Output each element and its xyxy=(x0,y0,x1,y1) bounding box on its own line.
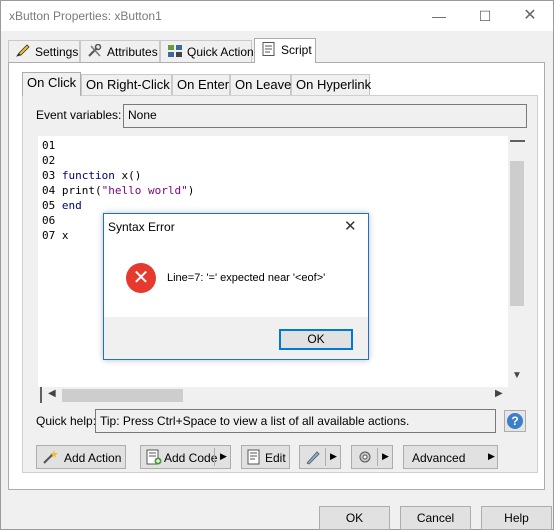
dialog-title-bar: Syntax Error ✕ xyxy=(104,214,368,239)
ok-button[interactable]: OK xyxy=(319,506,390,530)
dialog-ok-button[interactable]: OK xyxy=(279,329,353,350)
help-button[interactable]: Help xyxy=(481,506,552,530)
syntax-error-dialog: Syntax Error ✕ ✕ Line=7: '=' expected ne… xyxy=(103,213,369,360)
tools-icon xyxy=(88,44,102,57)
dialog-close-button[interactable]: ✕ xyxy=(344,217,357,235)
code-line: 05 end xyxy=(42,198,194,213)
scroll-left-arrow-icon[interactable]: ◀ xyxy=(48,388,56,399)
event-variables-label: Event variables: xyxy=(36,108,122,122)
add-code-label: Add Code xyxy=(164,451,218,465)
scroll-split-handle[interactable] xyxy=(510,140,525,142)
line-number: 01 xyxy=(42,139,56,152)
dialog-footer: OK xyxy=(104,317,368,359)
advanced-button[interactable]: Advanced ▶ xyxy=(403,445,498,469)
error-icon: ✕ xyxy=(126,263,156,293)
dropdown-arrow-icon[interactable]: ▶ xyxy=(330,451,337,462)
split-separator xyxy=(214,448,215,466)
tab-on-click[interactable]: On Click xyxy=(22,72,81,96)
code-line: 02 xyxy=(42,153,194,168)
title-bar: xButton Properties: xButton1 — ☐ ✕ xyxy=(1,1,553,31)
tab-on-leave[interactable]: On Leave xyxy=(230,74,291,95)
pen-icon xyxy=(306,451,320,465)
functions-button[interactable]: ▶ xyxy=(299,445,341,469)
error-message: Line=7: '=' expected near '<eof>' xyxy=(167,272,326,284)
quick-help-label: Quick help: xyxy=(36,414,97,428)
add-action-label: Add Action xyxy=(64,451,122,465)
line-number: 07 xyxy=(42,229,56,242)
scroll-down-arrow-icon[interactable]: ▼ xyxy=(512,370,522,381)
line-number: 06 xyxy=(42,214,56,227)
gear-icon xyxy=(359,451,371,463)
line-number: 04 xyxy=(42,184,56,197)
code-line: 03 function x() xyxy=(42,168,194,183)
tab-on-hyperlink[interactable]: On Hyperlink xyxy=(291,74,371,95)
advanced-label: Advanced xyxy=(412,451,466,465)
dialog-body: ✕ Line=7: '=' expected near '<eof>' xyxy=(104,239,368,317)
scroll-right-arrow-icon[interactable]: ▶ xyxy=(495,388,503,399)
quick-action-icon xyxy=(168,45,182,57)
help-icon: ? xyxy=(507,413,523,429)
edit-icon xyxy=(247,449,260,465)
tab-quick-action[interactable]: Quick Action xyxy=(160,40,254,62)
tab-settings[interactable]: Settings xyxy=(8,40,80,62)
dialog-title: Syntax Error xyxy=(108,220,175,234)
code-line: 04 print("hello world") xyxy=(42,183,194,198)
wand-icon xyxy=(43,450,58,464)
window-title: xButton Properties: xButton1 xyxy=(9,9,162,23)
code-keyword: function xyxy=(61,169,115,182)
vertical-scroll-thumb[interactable] xyxy=(510,161,524,306)
maximize-button[interactable]: ☐ xyxy=(462,1,508,31)
line-number: 02 xyxy=(42,154,56,167)
tab-on-enter[interactable]: On Enter xyxy=(172,74,230,95)
event-variables-field: None xyxy=(123,104,527,128)
add-code-icon xyxy=(146,449,162,465)
tab-attributes-label: Attributes xyxy=(107,45,158,59)
minimize-button[interactable]: — xyxy=(416,1,462,31)
tools-button[interactable]: ▶ xyxy=(351,445,393,469)
vertical-scrollbar[interactable]: ▼ xyxy=(508,136,527,388)
dropdown-arrow-icon[interactable]: ▶ xyxy=(488,451,495,462)
tab-on-right-click[interactable]: On Right-Click xyxy=(81,74,172,95)
add-code-button[interactable]: Add Code ▶ xyxy=(140,445,231,469)
tab-attributes[interactable]: Attributes xyxy=(80,40,160,62)
add-action-button[interactable]: Add Action xyxy=(36,445,126,469)
split-separator xyxy=(377,448,378,466)
scroll-split-handle[interactable] xyxy=(40,387,42,403)
split-separator xyxy=(325,448,326,466)
close-button[interactable]: ✕ xyxy=(507,1,553,31)
code-text: x() xyxy=(114,169,142,182)
script-icon xyxy=(262,42,275,56)
tab-quick-action-label: Quick Action xyxy=(187,45,254,59)
code-keyword: end xyxy=(61,199,82,212)
horizontal-scrollbar[interactable]: ◀ ▶ xyxy=(38,387,508,404)
code-line: 01 xyxy=(42,138,194,153)
cancel-button[interactable]: Cancel xyxy=(400,506,471,530)
tab-script-label: Script xyxy=(281,43,312,57)
code-text: x xyxy=(55,229,69,242)
dropdown-arrow-icon[interactable]: ▶ xyxy=(382,451,389,462)
dropdown-arrow-icon[interactable]: ▶ xyxy=(220,451,227,462)
edit-label: Edit xyxy=(265,451,286,465)
edit-button[interactable]: Edit xyxy=(241,445,290,469)
code-text: ) xyxy=(187,184,195,197)
code-text: print( xyxy=(61,184,102,197)
code-string: "hello world" xyxy=(101,184,188,197)
horizontal-scroll-thumb[interactable] xyxy=(62,389,183,402)
tab-script[interactable]: Script xyxy=(254,38,316,63)
quick-help-button[interactable]: ? xyxy=(504,410,526,432)
line-number: 03 xyxy=(42,169,56,182)
quick-help-field: Tip: Press Ctrl+Space to view a list of … xyxy=(95,409,496,433)
tab-settings-label: Settings xyxy=(35,45,79,59)
pencil-icon xyxy=(16,44,30,57)
line-number: 05 xyxy=(42,199,56,212)
